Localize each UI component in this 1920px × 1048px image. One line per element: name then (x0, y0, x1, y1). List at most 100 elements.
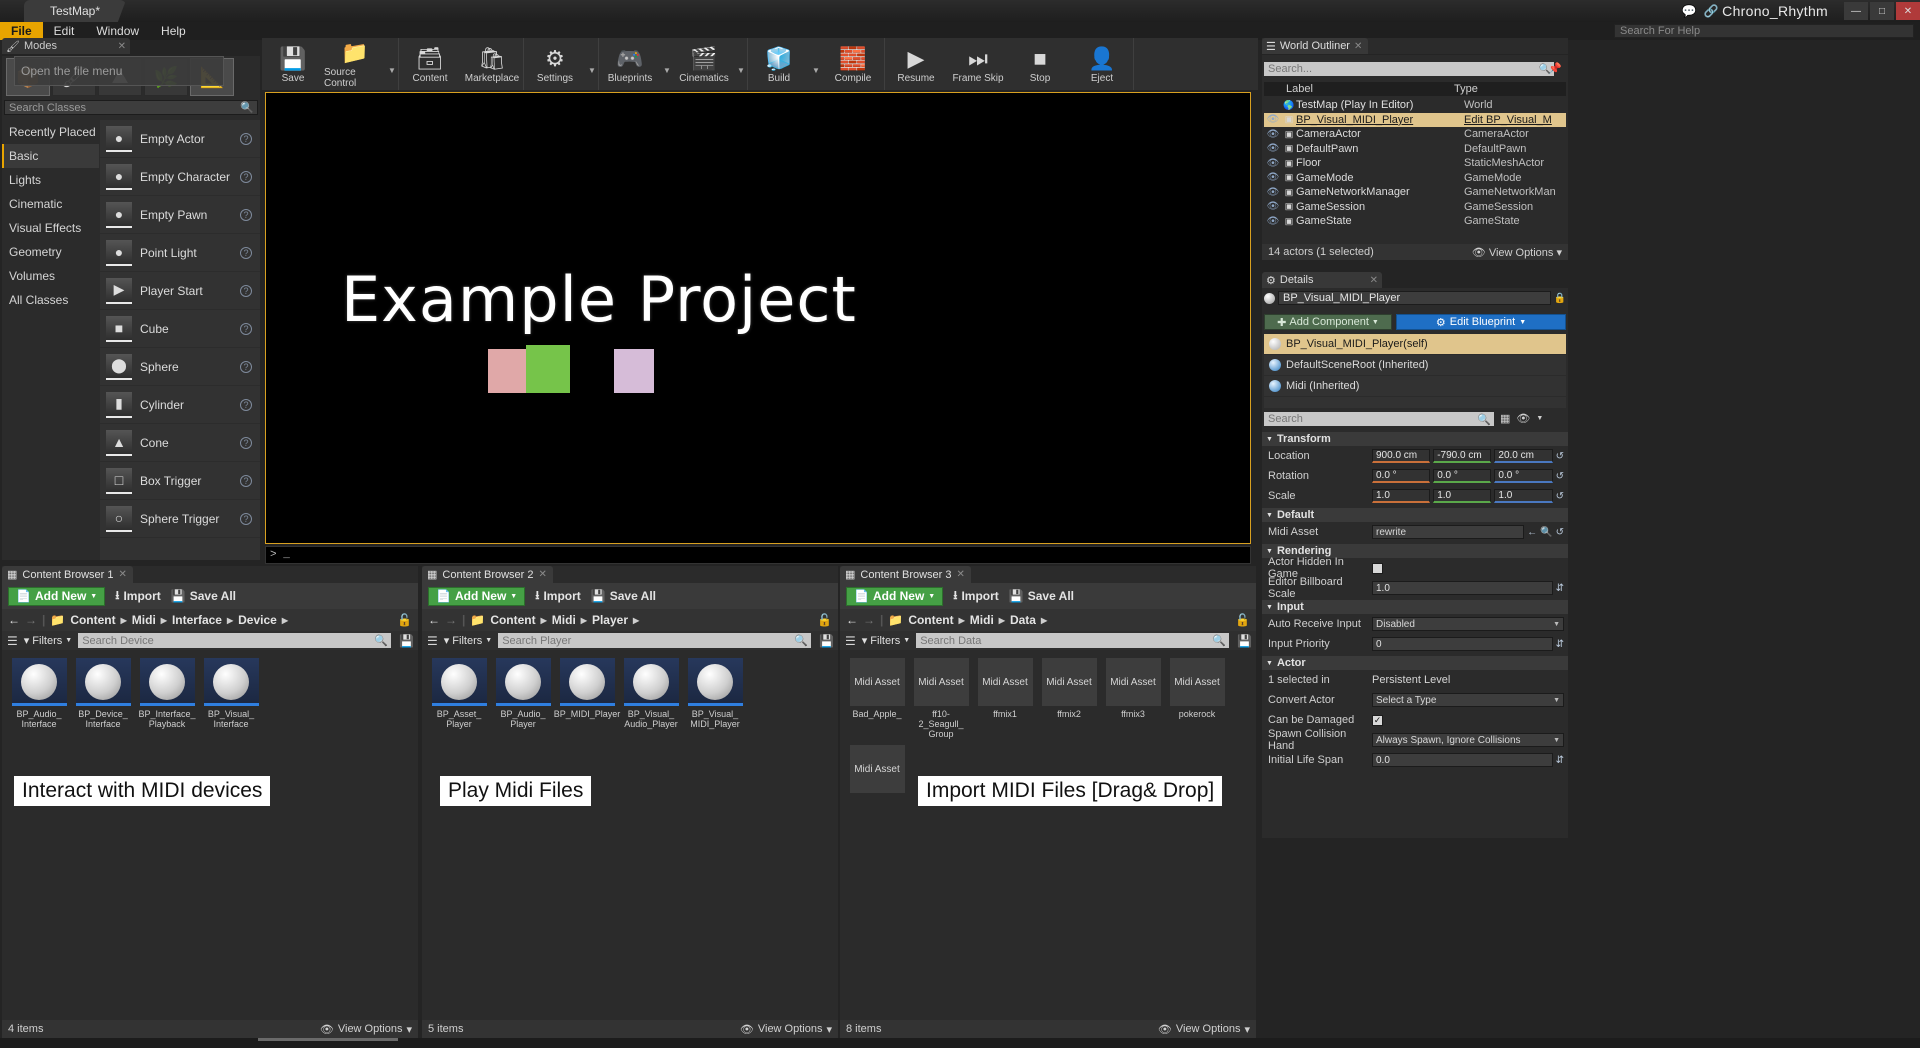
minimize-button[interactable]: — (1844, 2, 1868, 20)
location-axis-1[interactable]: -790.0 cm (1433, 449, 1491, 463)
asset-item[interactable]: BP_MIDI_Player (558, 658, 616, 729)
close-icon[interactable]: ✕ (1354, 41, 1362, 52)
breadcrumb-item[interactable]: Midi (552, 613, 576, 627)
help-icon[interactable]: ? (240, 247, 252, 259)
asset-thumbnail[interactable] (496, 658, 551, 706)
import-button[interactable]: ⭳Import (953, 586, 999, 607)
scale-axis-1[interactable]: 1.0 (1433, 489, 1491, 503)
help-icon[interactable]: ? (240, 323, 252, 335)
save-all-button[interactable]: 💾Save All (591, 589, 656, 603)
asset-item[interactable]: Midi Assetpokerock (1168, 658, 1226, 739)
details-tab[interactable]: ⚙ Details ✕ (1262, 272, 1382, 288)
asset-thumbnail[interactable] (204, 658, 259, 706)
dropdown[interactable]: Always Spawn, Ignore Collisions▼ (1372, 733, 1564, 747)
back-arrow-icon[interactable]: ← (1527, 527, 1537, 538)
menu-help[interactable]: Help (150, 22, 197, 40)
use-selected-icon[interactable]: ↺ (1556, 527, 1564, 538)
view-options-button[interactable]: 👁View Options▾ (740, 1023, 832, 1036)
eye-icon[interactable]: 👁 (1516, 412, 1530, 425)
visibility-eye-icon[interactable]: 👁 (1264, 201, 1282, 212)
asset-item[interactable]: Midi Assetff10-2_Seagull_Group (912, 658, 970, 739)
asset-item[interactable]: BP_Visual_MIDI_Player (686, 658, 744, 729)
visibility-eye-icon[interactable]: 👁 (1264, 114, 1282, 125)
category-lights[interactable]: Lights (2, 168, 99, 192)
save-search-icon[interactable]: 💾 (1237, 634, 1252, 648)
toolbar-button-source-control[interactable]: 📁Source Control (324, 38, 386, 90)
spinner-icon[interactable]: ⇵ (1556, 639, 1564, 650)
asset-search-input[interactable]: Search Device🔍 (78, 633, 391, 648)
number-input[interactable]: 0 (1372, 637, 1553, 651)
toolbar-button-compile[interactable]: 🧱Compile (822, 38, 884, 90)
location-axis-0[interactable]: 900.0 cm (1372, 449, 1430, 463)
asset-item[interactable]: BP_Device_Interface (74, 658, 132, 729)
asset-thumbnail[interactable] (12, 658, 67, 706)
visibility-eye-icon[interactable]: 👁 (1264, 172, 1282, 183)
outliner-row[interactable]: 👁▣BP_Visual_MIDI_PlayerEdit BP_Visual_M (1264, 113, 1566, 128)
toolbar-button-stop[interactable]: ■Stop (1009, 38, 1071, 90)
rotation-axis-2[interactable]: 0.0 ° (1494, 469, 1552, 483)
lock-icon[interactable]: 🔒 (1554, 293, 1566, 304)
outliner-row[interactable]: 👁▣GameNetworkManagerGameNetworkMan (1264, 185, 1566, 200)
spinner-icon[interactable]: ⇵ (1556, 583, 1564, 594)
forward-button[interactable]: → (445, 613, 457, 627)
help-icon[interactable]: ? (240, 437, 252, 449)
chevron-down-icon[interactable]: ▼ (586, 38, 598, 90)
filters-button[interactable]: ▾Filters▼ (444, 634, 492, 647)
folder-icon[interactable]: 📁 (470, 613, 485, 627)
place-actor-row[interactable]: ▮Cylinder? (100, 386, 260, 424)
reset-icon[interactable]: ↺ (1556, 471, 1564, 482)
toolbar-button-build[interactable]: 🧊Build (748, 38, 810, 90)
outliner-row[interactable]: 🌎TestMap (Play In Editor)World (1264, 98, 1566, 113)
scale-axis-2[interactable]: 1.0 (1494, 489, 1552, 503)
asset-thumbnail[interactable] (76, 658, 131, 706)
grid-view-icon[interactable]: ▦ (1500, 412, 1510, 425)
rotation-axis-0[interactable]: 0.0 ° (1372, 469, 1430, 483)
category-all-classes[interactable]: All Classes (2, 288, 99, 312)
import-button[interactable]: ⭳Import (535, 586, 581, 607)
asset-item[interactable]: BP_Visual_Interface (202, 658, 260, 729)
chevron-down-icon[interactable]: ▼ (1536, 415, 1543, 422)
visibility-eye-icon[interactable]: 👁 (1264, 129, 1282, 140)
toolbar-button-frame-skip[interactable]: ⏭Frame Skip (947, 38, 1009, 90)
breadcrumb-item[interactable]: Interface (172, 613, 222, 627)
toolbar-button-eject[interactable]: 👤Eject (1071, 38, 1133, 90)
breadcrumb-item[interactable]: Player (592, 613, 628, 627)
close-icon[interactable]: ✕ (1370, 275, 1378, 286)
add-new-button[interactable]: 📄Add New▼ (8, 587, 105, 606)
location-axis-2[interactable]: 20.0 cm (1494, 449, 1552, 463)
asset-thumbnail[interactable] (432, 658, 487, 706)
content-browser-tab[interactable]: ▦Content Browser 1✕ (2, 566, 133, 583)
chevron-down-icon[interactable]: ▼ (810, 38, 822, 90)
save-all-button[interactable]: 💾Save All (171, 589, 236, 603)
outliner-row[interactable]: 👁▣GameModeGameMode (1264, 171, 1566, 186)
toolbar-button-resume[interactable]: ▶Resume (885, 38, 947, 90)
rotation-axis-1[interactable]: 0.0 ° (1433, 469, 1491, 483)
breadcrumb-item[interactable]: Content (490, 613, 535, 627)
outliner-row[interactable]: 👁▣CameraActorCameraActor (1264, 127, 1566, 142)
world-outliner-tab[interactable]: ☰ World Outliner ✕ (1262, 38, 1368, 54)
place-actor-row[interactable]: ▶Player Start? (100, 272, 260, 310)
toolbar-button-cinematics[interactable]: 🎬Cinematics (673, 38, 735, 90)
lock-icon[interactable]: 🔓 (817, 613, 832, 627)
back-button[interactable]: ← (428, 613, 440, 627)
sources-toggle-icon[interactable]: ☰ (427, 634, 438, 648)
save-search-icon[interactable]: 💾 (399, 634, 414, 648)
breadcrumb-item[interactable]: Content (70, 613, 115, 627)
asset-thumbnail[interactable]: Midi Asset (1042, 658, 1097, 706)
place-actor-row[interactable]: ●Empty Pawn? (100, 196, 260, 234)
viewport-console-input[interactable]: > _ (265, 546, 1251, 564)
forward-button[interactable]: → (863, 613, 875, 627)
visibility-eye-icon[interactable]: 👁 (1264, 187, 1282, 198)
forward-button[interactable]: → (25, 613, 37, 627)
asset-item[interactable]: Midi Assetffmix3 (1104, 658, 1162, 739)
column-label[interactable]: Label (1264, 83, 1454, 95)
column-type[interactable]: Type (1454, 83, 1566, 95)
checkbox[interactable]: ✓ (1372, 715, 1383, 726)
toolbar-button-settings[interactable]: ⚙Settings (524, 38, 586, 90)
section-header[interactable]: ▼Transform (1262, 432, 1568, 446)
toolbar-button-content[interactable]: 🗃Content (399, 38, 461, 90)
asset-thumbnail[interactable]: Midi Asset (850, 745, 905, 793)
place-actor-row[interactable]: ●Point Light? (100, 234, 260, 272)
category-visual-effects[interactable]: Visual Effects (2, 216, 99, 240)
asset-thumbnail[interactable]: Midi Asset (978, 658, 1033, 706)
